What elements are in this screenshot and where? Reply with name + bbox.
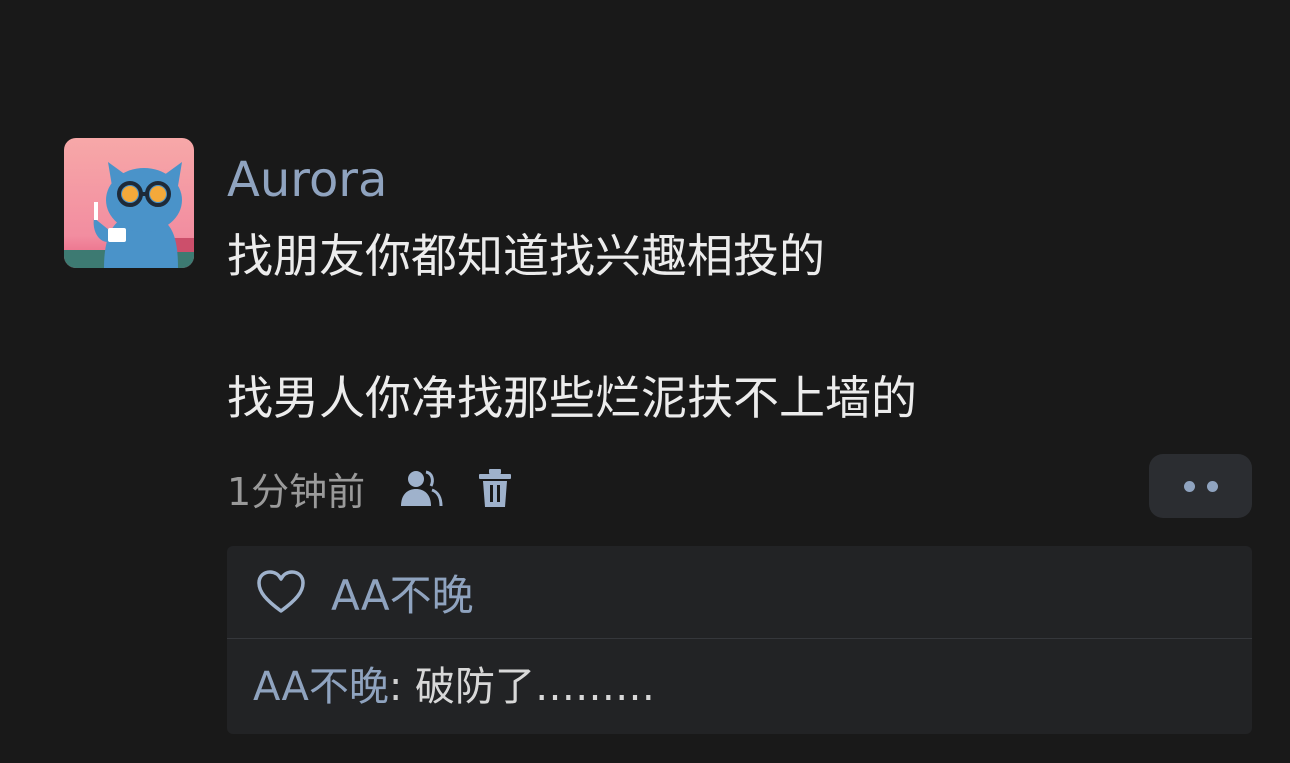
reply[interactable]: AA不晚: 破防了……… <box>253 662 655 712</box>
friends-icon[interactable] <box>395 462 447 514</box>
likes-row: AA不晚 <box>227 546 1252 639</box>
liker-name[interactable]: AA不晚 <box>331 562 474 623</box>
reply-separator: : <box>388 664 416 710</box>
more-dot <box>1183 480 1195 492</box>
reply-text: 破防了……… <box>415 664 656 710</box>
more-dot <box>1206 480 1218 492</box>
comment-meta: 1分钟前 <box>227 460 521 516</box>
avatar[interactable] <box>64 138 194 268</box>
reply-author[interactable]: AA不晚 <box>253 664 389 710</box>
username[interactable]: Aurora <box>227 150 387 210</box>
more-dots-icon[interactable] <box>1149 454 1252 518</box>
heart-icon[interactable] <box>255 566 307 618</box>
comment-text-line-2: 找男人你净找那些烂泥扶不上墙的 <box>227 371 917 425</box>
comment-time: 1分钟前 <box>227 469 366 514</box>
trash-icon[interactable] <box>469 462 521 514</box>
interaction-panel: AA不晚 AA不晚: 破防了……… <box>227 546 1252 734</box>
comment-text-line-1: 找朋友你都知道找兴趣相投的 <box>227 229 825 283</box>
